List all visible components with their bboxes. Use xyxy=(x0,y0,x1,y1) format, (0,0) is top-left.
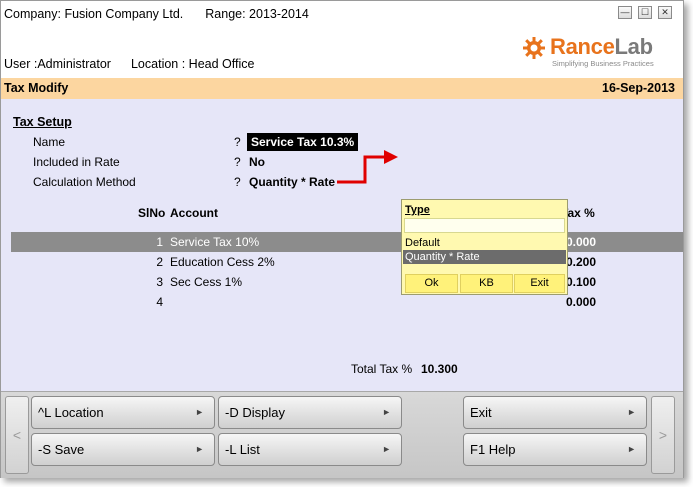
previous-page-button[interactable]: < xyxy=(5,396,29,474)
next-page-button[interactable]: > xyxy=(651,396,675,474)
calculation-method-label: Calculation Method xyxy=(33,175,136,189)
location-button[interactable]: ^L Location ► xyxy=(31,396,215,429)
chevron-right-icon: ► xyxy=(195,444,204,454)
display-button[interactable]: -D Display ► xyxy=(218,396,402,429)
logo-tagline: Simplifying Business Practices xyxy=(552,59,654,68)
column-header-account: Account xyxy=(170,206,218,220)
exit-button[interactable]: Exit ► xyxy=(463,396,647,429)
name-separator: ? xyxy=(234,135,241,149)
name-field[interactable]: Service Tax 10.3% xyxy=(247,133,359,151)
section-title: Tax Setup xyxy=(13,115,72,129)
table-row[interactable]: 3 Sec Cess 1% 0.100 xyxy=(11,272,683,292)
popup-ok-button[interactable]: Ok xyxy=(405,274,458,293)
company-range-line: Company: Fusion Company Ltd. Range: 2013-… xyxy=(4,7,309,21)
application-window: Company: Fusion Company Ltd. Range: 2013-… xyxy=(0,0,684,478)
calculation-method-field[interactable]: Quantity * Rate xyxy=(249,175,335,189)
row-account: Education Cess 2% xyxy=(170,255,275,269)
rancelab-logo: RanceLab Simplifying Business Practices xyxy=(521,34,681,70)
save-button[interactable]: -S Save ► xyxy=(31,433,215,466)
total-tax-label: Total Tax % xyxy=(351,362,413,376)
row-sino: 1 xyxy=(156,235,163,249)
row-sino: 3 xyxy=(156,275,163,289)
display-button-label: -D Display xyxy=(225,405,285,420)
popup-exit-button[interactable]: Exit xyxy=(514,274,565,293)
included-in-rate-field[interactable]: No xyxy=(249,155,265,169)
gear-icon xyxy=(523,37,545,59)
location-name: Location : Head Office xyxy=(130,57,255,71)
name-label: Name xyxy=(33,135,66,149)
row-sino: 4 xyxy=(156,295,163,309)
screen-title-bar: Tax Modify 16-Sep-2013 xyxy=(1,78,683,99)
popup-kb-button[interactable]: KB xyxy=(460,274,513,293)
type-option-quantity-rate[interactable]: Quantity * Rate xyxy=(403,250,566,264)
row-account: Service Tax 10% xyxy=(170,235,260,249)
type-search-input[interactable] xyxy=(404,218,565,233)
exit-button-label: Exit xyxy=(470,405,492,420)
chevron-right-icon: ► xyxy=(627,407,636,417)
list-button[interactable]: -L List ► xyxy=(218,433,402,466)
location-button-label: ^L Location xyxy=(38,405,104,420)
row-sino: 2 xyxy=(156,255,163,269)
table-row[interactable]: 1 Service Tax 10% 10.000 xyxy=(11,232,683,252)
function-key-bar: < ^L Location ► -D Display ► Exit ► -S Save… xyxy=(1,391,683,478)
chevron-right-icon: ► xyxy=(627,444,636,454)
current-date: 16-Sep-2013 xyxy=(602,81,675,95)
maximize-button[interactable]: ☐ xyxy=(638,6,652,19)
list-button-label: -L List xyxy=(225,442,260,457)
save-button-label: -S Save xyxy=(38,442,85,457)
user-location-line: User :Administrator Location : Head Offic… xyxy=(4,57,254,71)
total-tax-value: 10.300 xyxy=(421,362,458,376)
minimize-button[interactable]: — xyxy=(618,6,632,19)
info-header: Company: Fusion Company Ltd. Range: 2013-… xyxy=(1,1,683,77)
included-in-rate-label: Included in Rate xyxy=(33,155,120,169)
column-header-slno: SlNo xyxy=(138,206,166,220)
type-popup-title: Type xyxy=(405,204,430,216)
logo-wordmark: RanceLab xyxy=(550,34,653,59)
calculation-method-separator: ? xyxy=(234,175,241,189)
table-row[interactable]: 2 Education Cess 2% 0.200 xyxy=(11,252,683,272)
type-option-default[interactable]: Default xyxy=(403,236,566,250)
close-button[interactable]: ✕ xyxy=(658,6,672,19)
chevron-right-icon: ► xyxy=(382,407,391,417)
screen-title: Tax Modify xyxy=(4,81,69,95)
type-picker-popup: Type Default Quantity * Rate Ok KB Exit xyxy=(401,199,568,295)
chevron-right-icon: ► xyxy=(195,407,204,417)
help-button[interactable]: F1 Help ► xyxy=(463,433,647,466)
included-in-rate-separator: ? xyxy=(234,155,241,169)
help-button-label: F1 Help xyxy=(470,442,516,457)
company-name: Company: Fusion Company Ltd. xyxy=(4,7,184,21)
tax-form-area: Tax Setup Name ? Service Tax 10.3% Inclu… xyxy=(1,99,683,391)
row-tax: 0.000 xyxy=(565,295,596,309)
chevron-right-icon: ► xyxy=(382,444,391,454)
row-account: Sec Cess 1% xyxy=(170,275,243,289)
user-name: User :Administrator xyxy=(4,57,111,71)
table-row[interactable]: 4 0.000 xyxy=(11,292,683,312)
financial-range: Range: 2013-2014 xyxy=(205,7,309,21)
